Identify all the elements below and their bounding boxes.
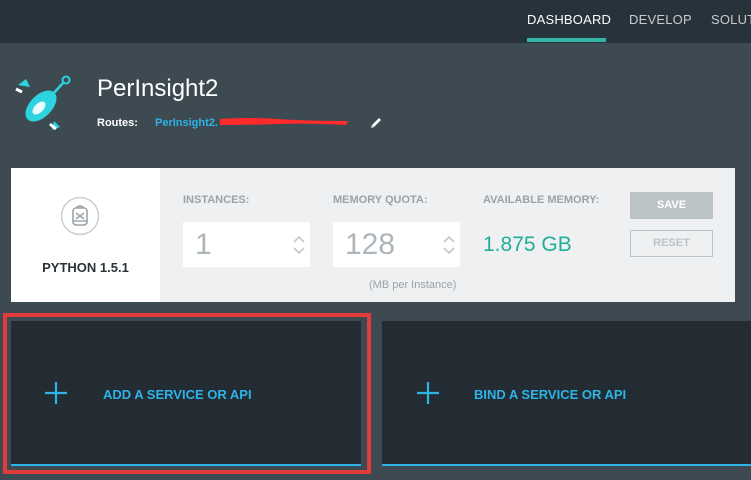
reset-button[interactable]: RESET (630, 230, 713, 257)
memory-quota-label: MEMORY QUOTA: (333, 194, 428, 206)
instances-value: 1 (195, 228, 212, 261)
save-button[interactable]: SAVE (630, 192, 713, 219)
routes-label: Routes: (97, 117, 138, 129)
instances-stepper-icon[interactable] (292, 234, 306, 256)
pencil-edit-icon[interactable] (368, 115, 384, 131)
tile-accent-border (382, 464, 751, 466)
plus-icon (417, 382, 439, 404)
top-nav-bar: DASHBOARD DEVELOP SOLUT (0, 0, 751, 43)
tab-solutions[interactable]: SOLUT (711, 12, 751, 27)
memory-quota-input[interactable]: 128 (333, 222, 460, 267)
tab-dashboard[interactable]: DASHBOARD (527, 12, 611, 27)
memory-stepper-icon[interactable] (442, 234, 456, 256)
app-logo-icon (12, 73, 72, 135)
runtime-info-panel: PYTHON 1.5.1 (11, 168, 160, 302)
app-title: PerInsight2 (97, 75, 219, 102)
add-service-label: ADD A SERVICE OR API (103, 387, 252, 402)
redaction-mark (220, 118, 348, 125)
memory-quota-value: 128 (345, 228, 396, 261)
plus-icon (45, 382, 67, 404)
tab-develop[interactable]: DEVELOP (629, 12, 692, 27)
memory-unit-note: (MB per Instance) (369, 279, 457, 291)
runtime-icon (60, 196, 100, 236)
add-service-tile[interactable]: ADD A SERVICE OR API (11, 321, 361, 466)
instances-input[interactable]: 1 (183, 222, 310, 267)
runtime-config-card: PYTHON 1.5.1 INSTANCES: 1 MEMORY QUOTA: … (11, 168, 735, 302)
bind-service-tile[interactable]: BIND A SERVICE OR API (382, 321, 751, 466)
bind-service-label: BIND A SERVICE OR API (474, 387, 627, 402)
runtime-name: PYTHON 1.5.1 (42, 260, 129, 275)
active-tab-indicator (527, 38, 606, 42)
available-memory-value: 1.875 GB (483, 233, 572, 256)
route-link[interactable]: PerInsight2. (155, 117, 218, 129)
instances-label: INSTANCES: (183, 194, 250, 206)
tile-accent-border (11, 464, 361, 466)
available-memory-label: AVAILABLE MEMORY: (483, 194, 600, 206)
